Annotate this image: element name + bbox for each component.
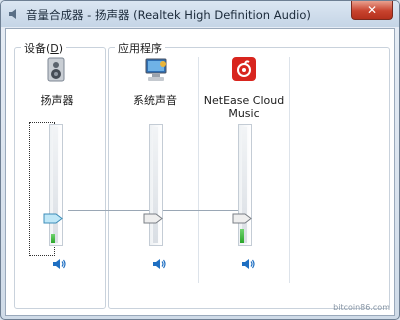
volume-mixer-window: 音量合成器 - 扬声器 (Realtek High Definition Aud… — [0, 0, 400, 320]
slider-track — [149, 124, 163, 246]
column-divider — [289, 57, 291, 283]
close-button[interactable]: ✕ — [351, 1, 393, 20]
level-meter — [240, 229, 244, 243]
slider-thumb[interactable] — [143, 213, 163, 224]
slider-thumb[interactable] — [43, 213, 63, 224]
system-sounds-volume-slider[interactable] — [143, 124, 165, 246]
speaker-volume-icon — [242, 259, 255, 269]
speakers-volume-slider[interactable] — [43, 124, 65, 246]
level-meter — [51, 234, 55, 243]
mute-toggle-netease-cloud-music[interactable] — [241, 257, 255, 271]
netease-cloud-music-icon — [232, 57, 256, 81]
speaker-app-icon — [9, 9, 16, 19]
speakers-device-icon — [47, 57, 65, 82]
column-divider — [198, 57, 200, 283]
device-group-label: 设备(D) — [21, 40, 67, 56]
speaker-volume-icon — [153, 259, 166, 269]
slider-track — [49, 124, 63, 246]
window-title: 音量合成器 - 扬声器 (Realtek High Definition Aud… — [26, 8, 311, 22]
speaker-volume-icon — [53, 259, 66, 269]
speakers-label: 扬声器 — [40, 94, 74, 107]
mute-toggle-system-sounds[interactable] — [152, 257, 166, 271]
applications-group-label: 应用程序 — [115, 40, 165, 56]
netease-cloud-music-label: NetEase Cloud Music — [203, 94, 285, 120]
netease-cloud-music-volume-slider[interactable] — [232, 124, 254, 246]
system-sounds-label: 系统声音 — [133, 94, 177, 107]
mute-toggle-speakers[interactable] — [52, 257, 66, 271]
slider-track — [238, 124, 252, 246]
title-bar[interactable]: 音量合成器 - 扬声器 (Realtek High Definition Aud… — [1, 1, 399, 27]
watermark: bitcoin86.com — [333, 303, 390, 312]
system-sounds-icon — [145, 58, 167, 81]
slider-thumb[interactable] — [232, 213, 252, 224]
mixer-content: 设备(D) 应用程序 扬声器 系统声音 NetEase Cloud Music … — [5, 28, 395, 316]
